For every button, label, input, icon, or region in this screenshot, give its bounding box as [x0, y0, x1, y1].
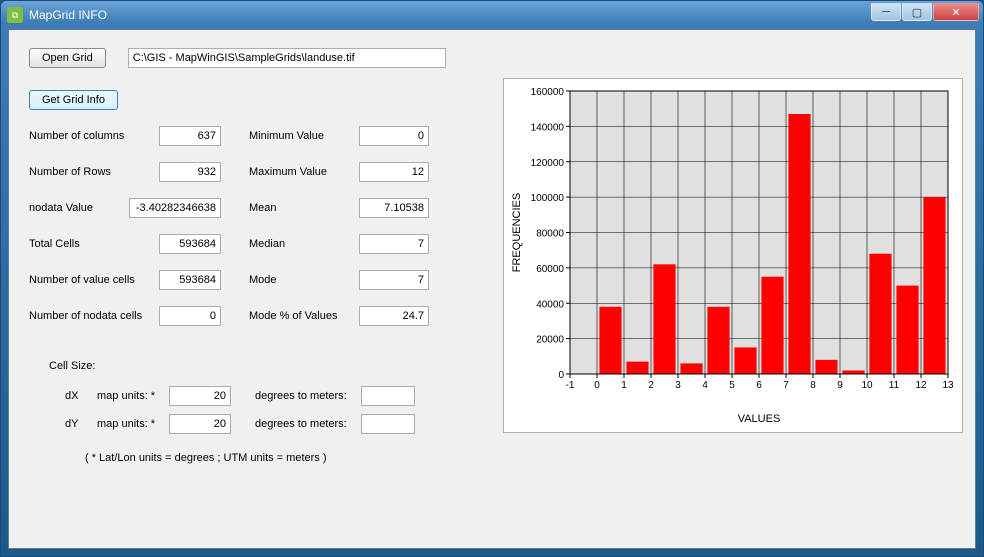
svg-text:1: 1 — [621, 380, 627, 391]
dy-degtom-label: degrees to meters: — [255, 418, 355, 430]
svg-text:11: 11 — [889, 380, 900, 391]
svg-text:2: 2 — [648, 380, 654, 391]
app-window: ⧉ MapGrid INFO ─ ▢ ✕ Open Grid Get Grid … — [0, 0, 984, 557]
median-field[interactable] — [359, 234, 429, 254]
svg-text:0: 0 — [558, 370, 564, 381]
titlebar[interactable]: ⧉ MapGrid INFO ─ ▢ ✕ — [1, 1, 983, 29]
nodata-cells-label: Number of nodata cells — [29, 310, 159, 322]
dy-meters-field[interactable] — [361, 414, 415, 434]
svg-text:13: 13 — [942, 380, 954, 391]
svg-text:60000: 60000 — [536, 264, 564, 275]
dx-degtom-label: degrees to meters: — [255, 390, 355, 402]
mode-pct-label: Mode % of Values — [249, 310, 359, 322]
value-cells-field[interactable] — [159, 270, 221, 290]
svg-text:160000: 160000 — [531, 87, 565, 98]
svg-text:8: 8 — [810, 380, 816, 391]
window-title: MapGrid INFO — [29, 8, 107, 22]
svg-text:3: 3 — [675, 380, 681, 391]
svg-text:-1: -1 — [566, 380, 575, 391]
svg-text:120000: 120000 — [531, 158, 565, 169]
close-button[interactable]: ✕ — [933, 3, 979, 21]
nodata-cells-field[interactable] — [159, 306, 221, 326]
num-rows-field[interactable] — [159, 162, 221, 182]
svg-text:9: 9 — [837, 380, 843, 391]
num-cols-field[interactable] — [159, 126, 221, 146]
units-note: ( * Lat/Lon units = degrees ; UTM units … — [85, 452, 955, 464]
svg-text:FREQUENCIES: FREQUENCIES — [511, 193, 523, 272]
client-area: Open Grid Get Grid Info Number of column… — [8, 29, 976, 549]
open-grid-row: Open Grid — [29, 48, 955, 68]
mode-label: Mode — [249, 274, 359, 286]
dx-meters-field[interactable] — [361, 386, 415, 406]
total-cells-label: Total Cells — [29, 238, 159, 250]
median-label: Median — [249, 238, 359, 250]
open-grid-button[interactable]: Open Grid — [29, 48, 106, 68]
min-label: Minimum Value — [249, 130, 359, 142]
svg-text:140000: 140000 — [531, 122, 565, 133]
chart-svg: 0 20000 40000 60000 80000 100000 120000 140000 1… — [504, 79, 962, 432]
window-controls: ─ ▢ ✕ — [870, 3, 979, 21]
svg-text:4: 4 — [702, 380, 708, 391]
histogram-chart: 0 20000 40000 60000 80000 100000 120000 140000 1… — [503, 78, 963, 433]
app-icon: ⧉ — [7, 7, 23, 23]
dy-mapunits-label: map units: * — [97, 418, 163, 430]
mode-pct-field[interactable] — [359, 306, 429, 326]
num-rows-label: Number of Rows — [29, 166, 159, 178]
file-path-field[interactable] — [128, 48, 446, 68]
svg-text:VALUES: VALUES — [738, 413, 781, 425]
dx-field[interactable] — [169, 386, 231, 406]
dy-label: dY — [65, 418, 91, 430]
stats-col-1: Number of columns Number of Rows nodata … — [29, 118, 221, 334]
maximize-button[interactable]: ▢ — [902, 3, 932, 21]
mean-label: Mean — [249, 202, 359, 214]
nodata-field[interactable] — [129, 198, 221, 218]
max-field[interactable] — [359, 162, 429, 182]
svg-text:7: 7 — [783, 380, 789, 391]
svg-text:80000: 80000 — [536, 229, 564, 240]
svg-text:5: 5 — [729, 380, 735, 391]
dy-field[interactable] — [169, 414, 231, 434]
mode-field[interactable] — [359, 270, 429, 290]
svg-text:0: 0 — [594, 380, 600, 391]
nodata-label: nodata Value — [29, 202, 129, 214]
mean-field[interactable] — [359, 198, 429, 218]
svg-text:10: 10 — [861, 380, 873, 391]
svg-text:6: 6 — [756, 380, 762, 391]
stats-col-2: Minimum Value Maximum Value Mean Median … — [249, 118, 429, 334]
num-cols-label: Number of columns — [29, 130, 159, 142]
minimize-button[interactable]: ─ — [871, 3, 901, 21]
svg-text:20000: 20000 — [536, 335, 564, 346]
svg-text:100000: 100000 — [531, 193, 565, 204]
max-label: Maximum Value — [249, 166, 359, 178]
min-field[interactable] — [359, 126, 429, 146]
dx-mapunits-label: map units: * — [97, 390, 163, 402]
value-cells-label: Number of value cells — [29, 274, 159, 286]
get-grid-info-button[interactable]: Get Grid Info — [29, 90, 118, 110]
dx-label: dX — [65, 390, 91, 402]
svg-text:40000: 40000 — [536, 299, 564, 310]
svg-text:12: 12 — [915, 380, 927, 391]
total-cells-field[interactable] — [159, 234, 221, 254]
